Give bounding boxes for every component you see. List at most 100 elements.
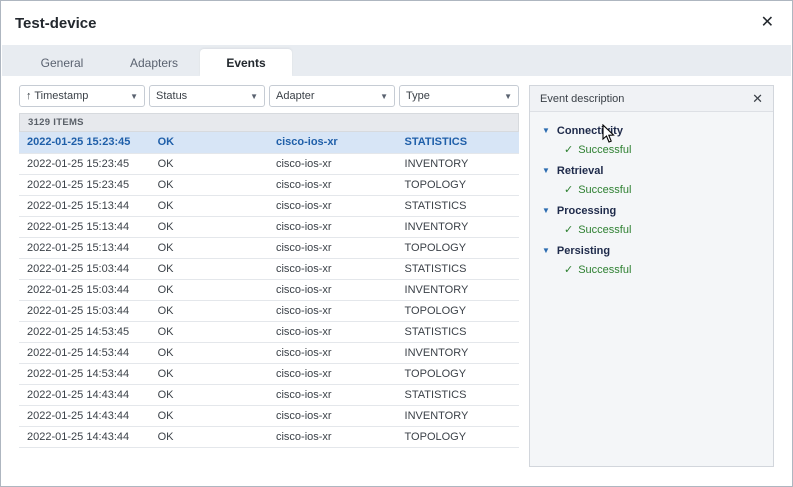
filter-timestamp-dropdown[interactable]: ↑ Timestamp ▼	[19, 85, 145, 107]
filter-type-dropdown[interactable]: Type ▼	[399, 85, 519, 107]
dialog-title: Test-device	[15, 14, 97, 32]
section-status: ✓ Successful	[564, 263, 761, 277]
cell-status: OK	[149, 300, 268, 322]
tab-general[interactable]: General	[16, 49, 108, 76]
status-text: Successful	[578, 143, 632, 156]
section-label: Processing	[556, 205, 617, 217]
check-icon: ✓	[564, 144, 574, 156]
event-description-header: Event description ✕	[530, 86, 773, 112]
cell-type: TOPOLOGY	[396, 237, 519, 259]
table-row[interactable]: 2022-01-25 14:43:44 OK cisco-ios-xr INVENTO…	[19, 405, 519, 427]
filter-status-dropdown[interactable]: Status ▼	[149, 85, 265, 107]
items-count-bar: 3129 ITEMS	[19, 113, 519, 132]
cell-status: OK	[149, 279, 268, 301]
check-icon: ✓	[564, 264, 574, 276]
section-status: ✓ Successful	[564, 223, 761, 237]
events-table: 2022-01-25 15:23:45 OK cisco-ios-xr STATIST…	[19, 132, 519, 448]
triangle-expand-icon: ▼	[542, 166, 550, 175]
event-description-close-icon[interactable]: ✕	[752, 92, 763, 105]
filter-type-label: Type	[406, 90, 430, 102]
section-status: ✓ Successful	[564, 143, 761, 157]
event-description-title: Event description	[540, 92, 625, 105]
cell-type: INVENTORY	[396, 216, 519, 238]
event-description-panel: Event description ✕ ▼ Connectivity ✓ Succes…	[529, 85, 774, 467]
cell-adapter: cisco-ios-xr	[267, 426, 397, 448]
cell-adapter: cisco-ios-xr	[267, 300, 397, 322]
cell-status: OK	[149, 174, 268, 196]
chevron-down-icon: ▼	[380, 91, 388, 101]
cell-timestamp: 2022-01-25 14:43:44	[19, 426, 150, 448]
cell-adapter: cisco-ios-xr	[267, 279, 397, 301]
section-label: Retrieval	[556, 165, 604, 177]
table-row[interactable]: 2022-01-25 14:53:44 OK cisco-ios-xr INVENTO…	[19, 342, 519, 364]
table-row[interactable]: 2022-01-25 15:03:44 OK cisco-ios-xr INVENTO…	[19, 279, 519, 301]
table-row[interactable]: 2022-01-25 15:03:44 OK cisco-ios-xr TOPOLOG…	[19, 300, 519, 322]
cell-adapter: cisco-ios-xr	[267, 342, 397, 364]
event-section-connectivity: ▼ Connectivity ✓ Successful	[542, 122, 761, 156]
section-label: Persisting	[556, 245, 611, 257]
tab-events[interactable]: Events	[200, 49, 292, 76]
triangle-expand-icon: ▼	[542, 246, 550, 255]
cell-type: INVENTORY	[396, 342, 519, 364]
table-row[interactable]: 2022-01-25 15:13:44 OK cisco-ios-xr INVENTO…	[19, 216, 519, 238]
table-row[interactable]: 2022-01-25 15:23:45 OK cisco-ios-xr STATIST…	[19, 132, 519, 154]
section-toggle-persisting[interactable]: ▼ Persisting	[542, 242, 761, 260]
cell-timestamp: 2022-01-25 15:23:45	[19, 174, 150, 196]
dialog-close-icon[interactable]: ✕	[761, 15, 774, 31]
section-toggle-processing[interactable]: ▼ Processing	[542, 202, 761, 220]
cell-type: TOPOLOGY	[396, 426, 519, 448]
section-toggle-connectivity[interactable]: ▼ Connectivity	[542, 122, 761, 140]
table-row[interactable]: 2022-01-25 14:53:44 OK cisco-ios-xr TOPOLOG…	[19, 363, 519, 385]
triangle-expand-icon: ▼	[542, 126, 550, 135]
event-section-processing: ▼ Processing ✓ Successful	[542, 202, 761, 236]
cell-status: OK	[149, 258, 268, 280]
table-row[interactable]: 2022-01-25 14:43:44 OK cisco-ios-xr TOPOLOG…	[19, 426, 519, 448]
cell-timestamp: 2022-01-25 15:13:44	[19, 216, 150, 238]
table-row[interactable]: 2022-01-25 15:13:44 OK cisco-ios-xr STATIST…	[19, 195, 519, 217]
table-row[interactable]: 2022-01-25 15:03:44 OK cisco-ios-xr STATIST…	[19, 258, 519, 280]
filter-adapter-dropdown[interactable]: Adapter ▼	[269, 85, 395, 107]
table-row[interactable]: 2022-01-25 14:53:45 OK cisco-ios-xr STATIST…	[19, 321, 519, 343]
section-toggle-retrieval[interactable]: ▼ Retrieval	[542, 162, 761, 180]
cell-adapter: cisco-ios-xr	[267, 258, 397, 280]
cell-timestamp: 2022-01-25 15:23:45	[19, 132, 150, 154]
device-dialog: Test-device ✕ General Adapters Events ↑ Ti…	[0, 0, 793, 487]
cell-status: OK	[149, 216, 268, 238]
table-row[interactable]: 2022-01-25 15:23:45 OK cisco-ios-xr INVENTO…	[19, 153, 519, 175]
table-row[interactable]: 2022-01-25 14:43:44 OK cisco-ios-xr STATIST…	[19, 384, 519, 406]
cell-type: STATISTICS	[396, 258, 519, 280]
cell-adapter: cisco-ios-xr	[267, 237, 397, 259]
table-row[interactable]: 2022-01-25 15:13:44 OK cisco-ios-xr TOPOLOG…	[19, 237, 519, 259]
check-icon: ✓	[564, 224, 574, 236]
chevron-down-icon: ▼	[250, 91, 258, 101]
status-text: Successful	[578, 183, 632, 196]
cell-timestamp: 2022-01-25 14:43:44	[19, 384, 150, 406]
cell-timestamp: 2022-01-25 15:23:45	[19, 153, 150, 175]
dialog-titlebar: Test-device ✕	[1, 1, 792, 45]
cell-adapter: cisco-ios-xr	[267, 363, 397, 385]
cell-adapter: cisco-ios-xr	[267, 195, 397, 217]
cell-adapter: cisco-ios-xr	[267, 174, 397, 196]
cell-timestamp: 2022-01-25 14:53:44	[19, 363, 150, 385]
triangle-expand-icon: ▼	[542, 206, 550, 215]
status-text: Successful	[578, 263, 632, 276]
events-table-region: ↑ Timestamp ▼ Status ▼ Adapter ▼ Type ▼ 3129 IT…	[19, 85, 519, 468]
cell-status: OK	[149, 342, 268, 364]
cell-timestamp: 2022-01-25 14:43:44	[19, 405, 150, 427]
cell-timestamp: 2022-01-25 15:03:44	[19, 258, 150, 280]
cell-adapter: cisco-ios-xr	[267, 132, 397, 154]
cell-type: STATISTICS	[396, 132, 519, 154]
cell-status: OK	[149, 426, 268, 448]
cell-timestamp: 2022-01-25 14:53:44	[19, 342, 150, 364]
cell-adapter: cisco-ios-xr	[267, 384, 397, 406]
cell-type: INVENTORY	[396, 153, 519, 175]
table-row[interactable]: 2022-01-25 15:23:45 OK cisco-ios-xr TOPOLOG…	[19, 174, 519, 196]
tab-adapters[interactable]: Adapters	[108, 49, 200, 76]
section-label: Connectivity	[556, 125, 623, 137]
filter-timestamp-label: ↑ Timestamp	[26, 90, 89, 102]
cell-status: OK	[149, 363, 268, 385]
cell-status: OK	[149, 237, 268, 259]
cell-adapter: cisco-ios-xr	[267, 153, 397, 175]
cell-type: TOPOLOGY	[396, 363, 519, 385]
cell-type: INVENTORY	[396, 405, 519, 427]
